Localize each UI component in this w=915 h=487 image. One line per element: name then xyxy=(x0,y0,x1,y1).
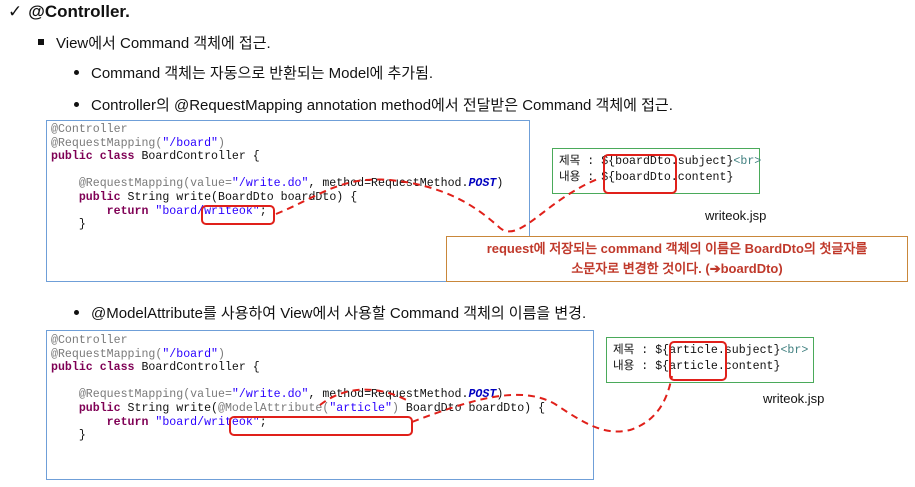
bullet-level1-text: View에서 Command 객체에 접근. xyxy=(56,35,271,52)
jsp-line: 제목 : ${article.subject}<br> xyxy=(613,344,809,357)
jsp-object-name: {boardDto. xyxy=(608,171,678,184)
heading-title: @Controller. xyxy=(28,2,130,21)
code-line: public class BoardController { xyxy=(51,361,260,375)
code-line: @Controller xyxy=(51,123,128,136)
jsp-object-name: {boardDto. xyxy=(608,155,678,168)
bullet-level2-c-text: @ModelAttribute를 사용하여 View에서 사용할 Command… xyxy=(91,305,587,322)
jsp-snippet-1: 제목 : ${boardDto.subject}<br> 내용 : ${boar… xyxy=(552,148,762,194)
code-line: } xyxy=(78,429,86,443)
jsp-object-name: {article. xyxy=(662,344,725,357)
code-block-2: @Controller @RequestMapping("/board") pu… xyxy=(46,330,594,480)
dot-bullet-icon xyxy=(74,69,79,75)
dot-bullet-icon xyxy=(74,309,79,315)
code-line: @RequestMapping("/board") xyxy=(51,136,225,150)
code-line: public String write(BoardDto boardDto) { xyxy=(78,190,358,204)
jsp-filename-2: writeok.jsp xyxy=(763,391,825,406)
jsp-line: 제목 : ${boardDto.subject}<br> xyxy=(559,155,762,168)
code-line: @RequestMapping(value="/write.do", metho… xyxy=(78,388,504,402)
code-line: @RequestMapping(value="/write.do", metho… xyxy=(78,177,504,191)
command-type-name: BoardDto xyxy=(218,190,274,204)
code-line: public String write(@ModelAttribute("art… xyxy=(78,401,546,415)
jsp-object-name: {article. xyxy=(662,360,725,373)
jsp-line: 내용 : ${boardDto.content} xyxy=(559,171,734,184)
code-line: } xyxy=(78,218,86,232)
bullet-level2-c: @ModelAttribute를 사용하여 View에서 사용할 Command… xyxy=(74,302,586,323)
bullet-level2-a: Command 객체는 자동으로 반환되는 Model에 추가됨. xyxy=(74,62,433,83)
code-line: return "board/writeok"; xyxy=(106,415,267,429)
code-line: return "board/writeok"; xyxy=(106,204,267,218)
jsp-snippet-2: 제목 : ${article.subject}<br> 내용 : ${artic… xyxy=(606,337,814,383)
model-attribute-annotation: @ModelAttribute("article") xyxy=(218,401,399,415)
bullet-level1: View에서 Command 객체에 접근. xyxy=(38,32,271,53)
checkmark-icon: ✓ xyxy=(8,2,23,21)
square-bullet-icon xyxy=(38,39,44,46)
jsp-line: 내용 : ${article.content} xyxy=(613,360,781,373)
bullet-level2-a-text: Command 객체는 자동으로 반환되는 Model에 추가됨. xyxy=(91,65,434,82)
code-line: @RequestMapping("/board") xyxy=(51,347,225,361)
bullet-level2-b-text: Controller의 @RequestMapping annotation m… xyxy=(91,97,673,114)
section-heading: ✓ @Controller. xyxy=(8,2,130,22)
code-line: @Controller xyxy=(51,334,128,347)
bullet-level2-b: Controller의 @RequestMapping annotation m… xyxy=(74,94,673,115)
callout-line-2: 소문자로 변경한 것이다. (➔boardDto) xyxy=(571,261,783,276)
callout-line-1: request에 저장되는 command 객체의 이름은 BoardDto의 … xyxy=(486,241,868,256)
code-line: public class BoardController { xyxy=(51,150,260,164)
dot-bullet-icon xyxy=(74,101,79,107)
jsp-filename-1: writeok.jsp xyxy=(705,208,767,223)
callout-note: request에 저장되는 command 객체의 이름은 BoardDto의 … xyxy=(446,236,908,282)
